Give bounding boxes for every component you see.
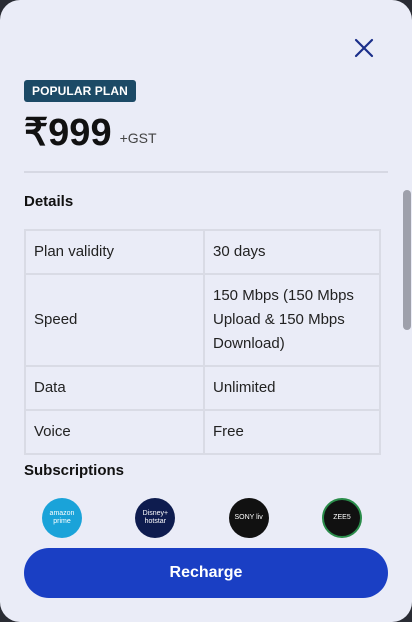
row-value: Free — [203, 409, 381, 455]
details-heading: Details — [24, 193, 74, 210]
popular-plan-badge: POPULAR PLAN — [24, 80, 136, 102]
divider — [24, 171, 388, 173]
table-row: Plan validity 30 days — [24, 229, 381, 275]
table-row: Voice Free — [24, 409, 381, 455]
row-value: 150 Mbps (150 Mbps Upload & 150 Mbps Dow… — [203, 273, 381, 367]
amazon-prime-logo: amazon prime — [42, 498, 82, 538]
price-row: ₹999 +GST — [24, 112, 157, 154]
recharge-button[interactable]: Recharge — [24, 548, 388, 598]
subscriptions-list: amazon prime Disney+ hotstar SONY liv ZE… — [42, 498, 362, 538]
zee5-logo: ZEE5 — [321, 498, 362, 538]
row-label: Plan validity — [24, 229, 205, 275]
scrollbar[interactable] — [403, 190, 411, 330]
row-label: Data — [24, 365, 205, 411]
row-label: Voice — [24, 409, 205, 455]
plan-details-sheet: POPULAR PLAN ₹999 +GST Details Plan vali… — [0, 0, 412, 622]
subscriptions-heading: Subscriptions — [24, 462, 125, 479]
plan-price: ₹999 — [24, 112, 112, 154]
row-label: Speed — [24, 273, 205, 367]
row-value: Unlimited — [203, 365, 381, 411]
details-table: Plan validity 30 days Speed 150 Mbps (15… — [24, 229, 381, 455]
table-row: Data Unlimited — [24, 365, 381, 411]
row-value: 30 days — [203, 229, 381, 275]
close-icon[interactable] — [352, 36, 376, 60]
tax-note: +GST — [119, 130, 157, 146]
disney-hotstar-logo: Disney+ hotstar — [135, 498, 176, 538]
table-row: Speed 150 Mbps (150 Mbps Upload & 150 Mb… — [24, 273, 381, 367]
sony-liv-logo: SONY liv — [228, 498, 269, 538]
